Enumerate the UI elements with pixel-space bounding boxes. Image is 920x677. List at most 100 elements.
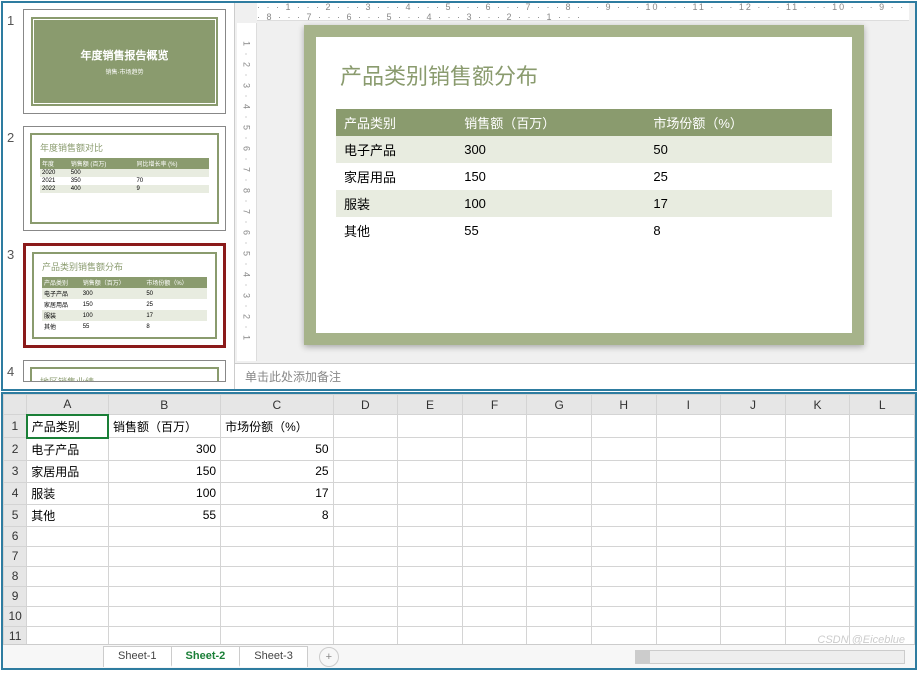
cell[interactable] <box>656 546 721 566</box>
cell[interactable] <box>221 606 334 626</box>
cell[interactable] <box>462 606 527 626</box>
cell[interactable] <box>591 438 656 461</box>
cell[interactable] <box>527 566 592 586</box>
cell[interactable] <box>656 566 721 586</box>
row-header[interactable]: 4 <box>4 482 27 504</box>
cell[interactable] <box>656 504 721 526</box>
cell[interactable]: 50 <box>221 438 334 461</box>
cell[interactable] <box>591 566 656 586</box>
cell[interactable] <box>527 415 592 438</box>
cell[interactable] <box>462 586 527 606</box>
cell[interactable] <box>527 526 592 546</box>
table-cell[interactable]: 25 <box>645 163 832 190</box>
cell[interactable] <box>333 566 398 586</box>
table-cell[interactable]: 其他 <box>336 217 456 244</box>
cell[interactable] <box>398 482 463 504</box>
cell[interactable] <box>462 482 527 504</box>
cell[interactable] <box>656 460 721 482</box>
cell[interactable] <box>462 460 527 482</box>
cell[interactable] <box>398 566 463 586</box>
column-header[interactable]: J <box>721 395 786 415</box>
column-header[interactable]: G <box>527 395 592 415</box>
col-header[interactable]: 产品类别 <box>336 109 456 136</box>
cell[interactable] <box>850 415 915 438</box>
row-header[interactable]: 11 <box>4 626 27 644</box>
cell[interactable]: 市场份额（%） <box>221 415 334 438</box>
cell[interactable] <box>462 504 527 526</box>
horizontal-scrollbar[interactable] <box>635 650 905 664</box>
cell[interactable] <box>333 460 398 482</box>
table-cell[interactable]: 电子产品 <box>336 136 456 163</box>
cell[interactable]: 服装 <box>27 482 108 504</box>
column-header[interactable]: H <box>591 395 656 415</box>
current-slide[interactable]: 产品类别销售额分布 产品类别 销售额（百万） 市场份额（%） 电子产品30050… <box>304 25 864 345</box>
table-cell[interactable]: 17 <box>645 190 832 217</box>
cell[interactable] <box>333 546 398 566</box>
table-cell[interactable]: 服装 <box>336 190 456 217</box>
cell[interactable] <box>656 526 721 546</box>
sheet-tab[interactable]: Sheet-1 <box>103 646 172 667</box>
cell[interactable] <box>591 586 656 606</box>
row-header[interactable]: 10 <box>4 606 27 626</box>
cell[interactable]: 家居用品 <box>27 460 108 482</box>
cell[interactable] <box>398 546 463 566</box>
cell[interactable] <box>27 586 108 606</box>
cell[interactable] <box>721 460 786 482</box>
column-header[interactable]: K <box>785 395 850 415</box>
cell[interactable]: 25 <box>221 460 334 482</box>
cell[interactable]: 55 <box>108 504 221 526</box>
cell[interactable] <box>398 606 463 626</box>
cell[interactable] <box>27 606 108 626</box>
add-sheet-button[interactable]: + <box>319 647 339 667</box>
cell[interactable] <box>108 586 221 606</box>
row-header[interactable]: 7 <box>4 546 27 566</box>
cell[interactable] <box>333 482 398 504</box>
row-header[interactable]: 9 <box>4 586 27 606</box>
cell[interactable]: 300 <box>108 438 221 461</box>
cell[interactable] <box>785 460 850 482</box>
cell[interactable] <box>721 504 786 526</box>
cell[interactable] <box>721 526 786 546</box>
col-header[interactable]: 销售额（百万） <box>456 109 645 136</box>
cell[interactable] <box>108 526 221 546</box>
cell[interactable] <box>591 606 656 626</box>
cell[interactable] <box>108 606 221 626</box>
cell[interactable] <box>527 504 592 526</box>
cell[interactable] <box>221 546 334 566</box>
slide-canvas[interactable]: 产品类别销售额分布 产品类别 销售额（百万） 市场份额（%） 电子产品30050… <box>259 21 915 363</box>
column-header[interactable]: I <box>656 395 721 415</box>
cell[interactable] <box>850 526 915 546</box>
cell[interactable] <box>591 482 656 504</box>
cell[interactable] <box>221 626 334 644</box>
cell[interactable] <box>462 626 527 644</box>
table-cell[interactable]: 150 <box>456 163 645 190</box>
cell[interactable] <box>527 586 592 606</box>
cell[interactable] <box>398 586 463 606</box>
cell[interactable] <box>333 415 398 438</box>
cell[interactable] <box>108 626 221 644</box>
notes-pane[interactable]: 单击此处添加备注 <box>235 363 915 389</box>
row-header[interactable]: 6 <box>4 526 27 546</box>
cell[interactable] <box>398 460 463 482</box>
row-header[interactable]: 2 <box>4 438 27 461</box>
slide-thumb-3[interactable]: 3 产品类别销售额分布 产品类别销售额（百万）市场份额（%） 电子产品30050… <box>3 237 234 354</box>
table-cell[interactable]: 家居用品 <box>336 163 456 190</box>
cell[interactable]: 产品类别 <box>27 415 108 438</box>
cell[interactable] <box>785 438 850 461</box>
cell[interactable] <box>398 626 463 644</box>
cell[interactable] <box>785 415 850 438</box>
cell[interactable] <box>591 526 656 546</box>
cell[interactable] <box>27 526 108 546</box>
cell[interactable] <box>721 626 786 644</box>
row-header[interactable]: 3 <box>4 460 27 482</box>
cell[interactable] <box>462 566 527 586</box>
cell[interactable]: 电子产品 <box>27 438 108 461</box>
cell[interactable] <box>527 438 592 461</box>
cell[interactable] <box>656 586 721 606</box>
row-header[interactable]: 1 <box>4 415 27 438</box>
cell[interactable] <box>721 482 786 504</box>
cell[interactable] <box>108 566 221 586</box>
cell[interactable] <box>462 415 527 438</box>
cell[interactable] <box>527 626 592 644</box>
cell[interactable]: 销售额（百万） <box>108 415 221 438</box>
